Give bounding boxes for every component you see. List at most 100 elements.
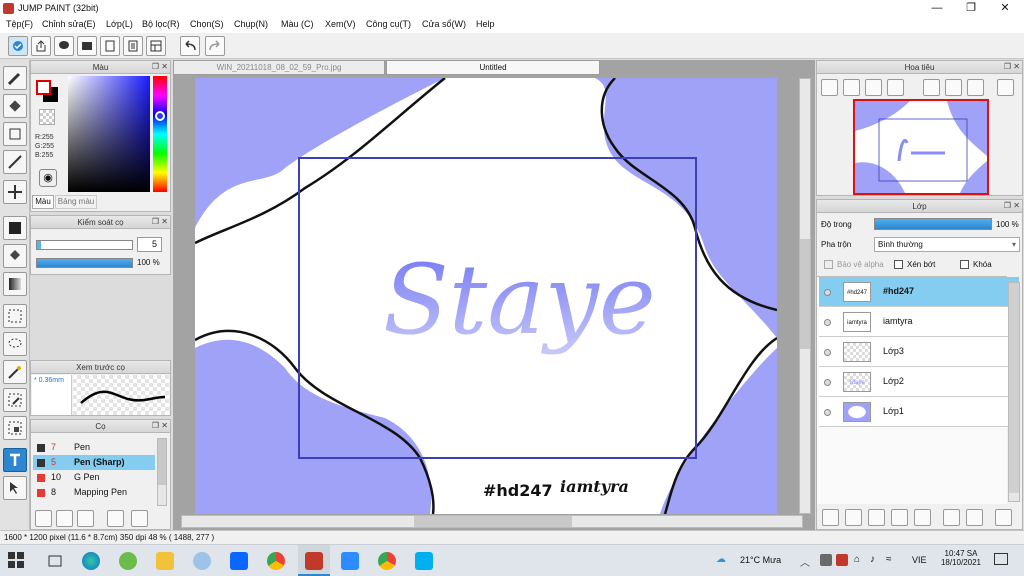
- brush-item[interactable]: 10 G Pen: [33, 470, 155, 485]
- saturation-value-picker[interactable]: [68, 76, 150, 192]
- canvas-horizontal-scrollbar[interactable]: [181, 515, 803, 528]
- maximize-button[interactable]: ❐: [954, 0, 988, 17]
- minimize-button[interactable]: —: [920, 0, 954, 17]
- lock-checkbox[interactable]: [960, 260, 969, 269]
- clock[interactable]: 10:47 SA 18/10/2021: [938, 549, 984, 567]
- tray-network-icon[interactable]: ⌂: [854, 554, 860, 565]
- wifi-icon[interactable]: ≈: [886, 554, 892, 565]
- visibility-icon[interactable]: [824, 409, 831, 416]
- menu-filter[interactable]: Bộ lọc(R): [142, 19, 180, 29]
- folder-layer-icon[interactable]: [914, 509, 931, 526]
- comment-icon[interactable]: [54, 36, 74, 56]
- move-tool-icon[interactable]: [3, 180, 27, 204]
- zoom-search-icon[interactable]: [821, 79, 838, 96]
- palette-icon[interactable]: ◉: [39, 169, 57, 187]
- notification-icon[interactable]: [994, 553, 1008, 565]
- operation-tool-icon[interactable]: [3, 476, 27, 500]
- zoom-out-icon[interactable]: [887, 79, 904, 96]
- brush-file-icon[interactable]: [107, 510, 124, 527]
- canvas-vertical-scrollbar[interactable]: [799, 78, 811, 514]
- panel-close-icon[interactable]: ❐ ✕: [152, 218, 168, 226]
- brush-opacity-slider[interactable]: [36, 258, 133, 268]
- zoom-app-icon[interactable]: [341, 552, 359, 570]
- weather-icon[interactable]: ☁: [716, 554, 726, 565]
- layer-list-scrollbar[interactable]: [1008, 282, 1020, 502]
- rotate-right-icon[interactable]: [967, 79, 984, 96]
- redo-icon[interactable]: [205, 36, 225, 56]
- raster-layer-icon[interactable]: [891, 509, 908, 526]
- brush-folder-icon[interactable]: [131, 510, 148, 527]
- line-tool-icon[interactable]: [3, 150, 27, 174]
- close-button[interactable]: ✕: [988, 0, 1022, 17]
- rotate-left-icon[interactable]: [923, 79, 940, 96]
- select-eraser-tool-icon[interactable]: [3, 416, 27, 440]
- reset-rotate-icon[interactable]: [945, 79, 962, 96]
- layer-row[interactable]: #hd247 #hd247: [819, 277, 1019, 307]
- brush-item[interactable]: 7 Pen: [33, 440, 155, 455]
- undo-icon[interactable]: [180, 36, 200, 56]
- menu-edit[interactable]: Chỉnh sửa(E): [42, 19, 96, 29]
- panel-icon[interactable]: [77, 36, 97, 56]
- new-brush-icon[interactable]: [56, 510, 73, 527]
- volume-icon[interactable]: ♪: [870, 554, 875, 565]
- foreground-color-swatch[interactable]: [36, 80, 51, 95]
- layer-opacity-slider[interactable]: [874, 218, 992, 230]
- copy-layer-icon[interactable]: [868, 509, 885, 526]
- brush-tool-icon[interactable]: [3, 66, 27, 90]
- zoom-in-icon[interactable]: [843, 79, 860, 96]
- export-icon[interactable]: [31, 36, 51, 56]
- task-view-icon[interactable]: [46, 552, 64, 570]
- menu-window[interactable]: Cửa sổ(W): [422, 19, 466, 29]
- menu-color[interactable]: Màu (C): [281, 19, 314, 29]
- transparent-color-swatch[interactable]: [39, 109, 55, 125]
- drawing-canvas[interactable]: Staye #hd247 iamtyra: [195, 78, 777, 514]
- magic-wand-tool-icon[interactable]: [3, 360, 27, 384]
- new-layer-from-icon[interactable]: [845, 509, 862, 526]
- visibility-icon[interactable]: [824, 379, 831, 386]
- visibility-icon[interactable]: [824, 289, 831, 296]
- delete-layer-icon[interactable]: [995, 509, 1012, 526]
- layer-row[interactable]: iamtyra iamtyra: [819, 307, 1019, 337]
- duplicate-brush-icon[interactable]: [77, 510, 94, 527]
- page-icon[interactable]: [100, 36, 120, 56]
- blend-mode-select[interactable]: Bình thường ▾: [874, 237, 1020, 252]
- rectangle-tool-icon[interactable]: [3, 122, 27, 146]
- layer-settings-icon[interactable]: [966, 509, 983, 526]
- file-explorer-icon[interactable]: [156, 552, 174, 570]
- flip-icon[interactable]: [997, 79, 1014, 96]
- visibility-icon[interactable]: [824, 319, 831, 326]
- skype-icon[interactable]: [415, 552, 433, 570]
- brush-settings-icon[interactable]: [35, 510, 52, 527]
- navigator-thumbnail[interactable]: [853, 99, 989, 195]
- brush-item-selected[interactable]: 5 Pen (Sharp): [33, 455, 155, 470]
- tab-document-photo[interactable]: WIN_20211018_08_02_59_Pro.jpg: [173, 60, 385, 75]
- new-layer-icon[interactable]: [822, 509, 839, 526]
- clip-checkbox[interactable]: [894, 260, 903, 269]
- taskbar-active-app[interactable]: [298, 545, 330, 576]
- lasso-tool-icon[interactable]: [3, 332, 27, 356]
- tray-chevron-up-icon[interactable]: ︿: [800, 554, 810, 569]
- check-icon[interactable]: [8, 36, 28, 56]
- tab-color[interactable]: Màu: [32, 195, 54, 209]
- gradient-tool-icon[interactable]: [3, 272, 27, 296]
- brush-item[interactable]: 8 Mapping Pen: [33, 485, 155, 500]
- document-icon[interactable]: [123, 36, 143, 56]
- menu-select[interactable]: Chọn(S): [190, 19, 224, 29]
- weather-text[interactable]: 21°C Mưa: [740, 555, 781, 565]
- eraser-tool-icon[interactable]: [3, 94, 27, 118]
- hue-slider[interactable]: [153, 76, 167, 192]
- panel-close-icon[interactable]: ❐ ✕: [152, 63, 168, 71]
- edge-icon[interactable]: [82, 552, 100, 570]
- fit-icon[interactable]: [865, 79, 882, 96]
- menu-layer[interactable]: Lớp(L): [106, 19, 133, 29]
- windows-start-icon[interactable]: [8, 552, 26, 570]
- panel-close-icon[interactable]: ❐ ✕: [1004, 202, 1020, 210]
- zalo-icon[interactable]: [230, 552, 248, 570]
- protect-alpha-checkbox[interactable]: [824, 260, 833, 269]
- hue-handle[interactable]: [155, 111, 165, 121]
- layer-row[interactable]: Staye Lớp2: [819, 367, 1019, 397]
- tray-v-icon[interactable]: [836, 554, 848, 566]
- chrome-icon[interactable]: [267, 552, 285, 570]
- tray-app-icon[interactable]: [820, 554, 832, 566]
- merge-layer-icon[interactable]: [943, 509, 960, 526]
